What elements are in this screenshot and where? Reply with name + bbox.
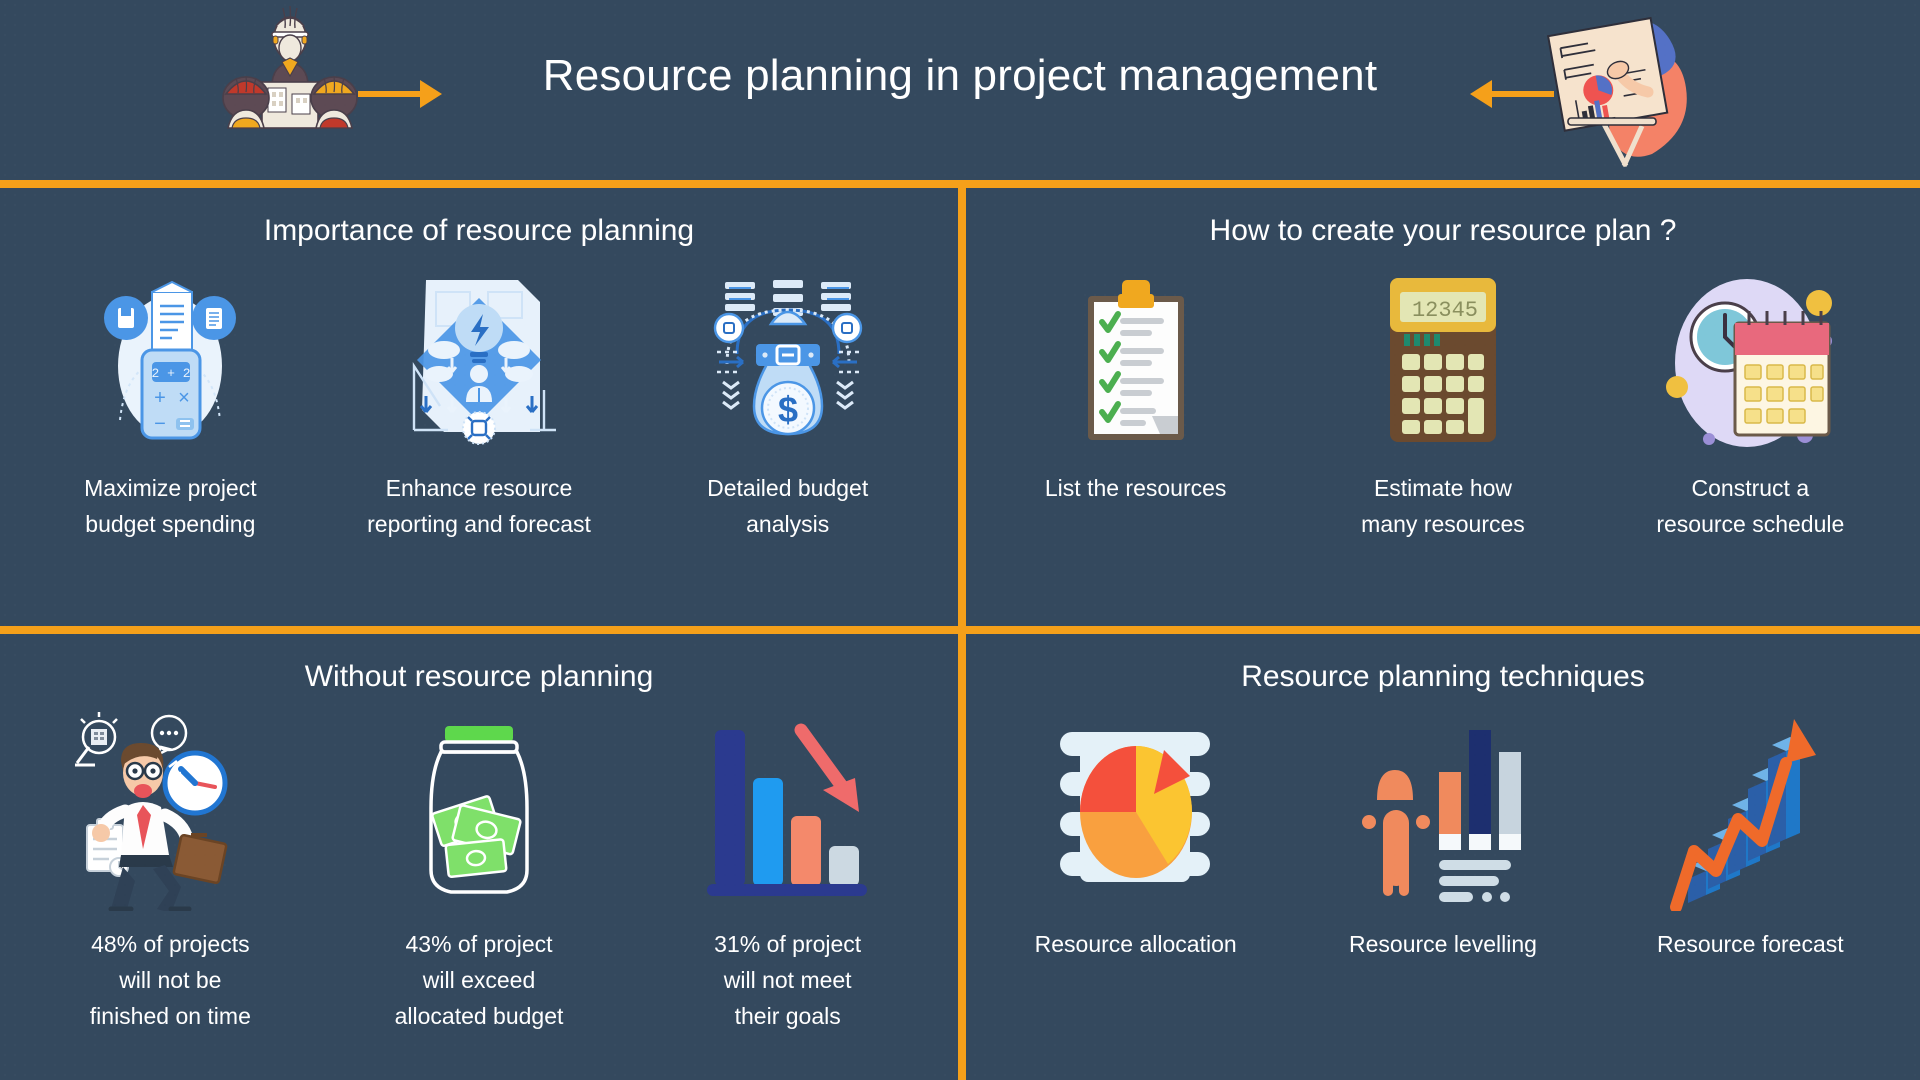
svg-text:+: + bbox=[154, 387, 166, 409]
item-list: 2 + 2 + × − Maximize project budget spen… bbox=[0, 260, 958, 542]
svg-text:$: $ bbox=[778, 389, 798, 430]
calculator-receipt-icon: 2 + 2 + × − bbox=[90, 260, 250, 460]
svg-text:2 + 2: 2 + 2 bbox=[152, 366, 191, 381]
list-item[interactable]: 43% of project will exceed allocated bud… bbox=[325, 706, 634, 1034]
list-item-label: List the resources bbox=[1044, 475, 1227, 501]
pie-chart-allocation-icon bbox=[1046, 706, 1226, 916]
list-item[interactable]: 48% of projects will not be finished on … bbox=[16, 706, 325, 1034]
quadrant-title-how-to-create: How to create your resource plan ? bbox=[1209, 214, 1677, 247]
list-item-label: Resource levelling bbox=[1349, 931, 1537, 957]
lightbulb-network-forecast-icon bbox=[384, 260, 574, 460]
infographic-page: Resource planning in project management bbox=[0, 0, 1920, 1080]
list-item-label: 31% of project will not meet their goals bbox=[714, 931, 862, 1029]
quadrant-without-planning: Without resource planning 48% of project… bbox=[0, 634, 958, 1080]
list-item-label: Estimate how many resources bbox=[1361, 475, 1525, 537]
declining-bar-chart-icon bbox=[693, 706, 883, 916]
list-item-label: 43% of project will exceed allocated bud… bbox=[394, 931, 564, 1029]
svg-text:−: − bbox=[154, 413, 166, 435]
money-bag-dollar-icon: $ bbox=[703, 260, 873, 460]
list-item-label: 48% of projects will not be finished on … bbox=[89, 931, 251, 1029]
rising-arrow-bar-chart-icon bbox=[1660, 706, 1840, 916]
arrow-shaft bbox=[358, 91, 420, 97]
item-list: Resource allocation Resource levelling R… bbox=[966, 706, 1920, 962]
calculator-display: 12345 bbox=[1412, 298, 1478, 323]
list-item-label: Construct a resource schedule bbox=[1656, 475, 1845, 537]
list-item-label: Resource allocation bbox=[1034, 931, 1237, 957]
person-presenting-flipchart-illustration bbox=[1530, 6, 1730, 179]
header: Resource planning in project management bbox=[0, 0, 1920, 180]
engineers-with-blueprint-illustration bbox=[210, 2, 370, 147]
list-item[interactable]: Resource forecast bbox=[1597, 706, 1904, 962]
arrow-head bbox=[420, 80, 442, 108]
page-title: Resource planning in project management bbox=[542, 51, 1378, 100]
arrow-right-icon bbox=[358, 80, 442, 108]
list-item[interactable]: Enhance resource reporting and forecast bbox=[325, 260, 634, 542]
list-item-label: Detailed budget analysis bbox=[707, 475, 869, 537]
list-item[interactable]: 12345 Estimate how many resources bbox=[1289, 260, 1596, 542]
clipboard-checklist-icon bbox=[1066, 260, 1206, 460]
money-jar-icon bbox=[409, 706, 549, 916]
quadrant-title-without-planning: Without resource planning bbox=[304, 660, 654, 693]
arrow-head bbox=[1470, 80, 1492, 108]
list-item[interactable]: Resource allocation bbox=[982, 706, 1289, 962]
quadrant-techniques: Resource planning techniques Resource al… bbox=[966, 634, 1920, 1080]
list-item[interactable]: 31% of project will not meet their goals bbox=[633, 706, 942, 1034]
quadrant-title-importance: Importance of resource planning bbox=[263, 214, 695, 247]
stressed-businessman-running-icon bbox=[65, 706, 275, 916]
item-list: 48% of projects will not be finished on … bbox=[0, 706, 958, 1034]
quadrant-how-to-create: How to create your resource plan ? List … bbox=[966, 188, 1920, 626]
quadrant-title-techniques: Resource planning techniques bbox=[1241, 660, 1645, 693]
list-item[interactable]: 2 + 2 + × − Maximize project budget spen… bbox=[16, 260, 325, 542]
quadrant-importance: Importance of resource planning 2 + 2 + … bbox=[0, 188, 958, 626]
item-list: List the resources 12345 Estimate how ma… bbox=[966, 260, 1920, 542]
person-bar-chart-levelling-icon bbox=[1343, 706, 1543, 916]
list-item-label: Maximize project budget spending bbox=[84, 475, 257, 537]
list-item[interactable]: List the resources bbox=[982, 260, 1289, 506]
divider-horizontal-top bbox=[0, 180, 1920, 188]
list-item[interactable]: Construct a resource schedule bbox=[1597, 260, 1904, 542]
list-item[interactable]: Resource levelling bbox=[1289, 706, 1596, 962]
clock-calendar-icon bbox=[1655, 260, 1845, 460]
list-item[interactable]: $ Detailed budget analysis bbox=[633, 260, 942, 542]
list-item-label: Enhance resource reporting and forecast bbox=[367, 475, 591, 537]
divider-vertical bbox=[958, 188, 966, 1080]
svg-text:×: × bbox=[178, 387, 190, 409]
calculator-icon: 12345 bbox=[1378, 260, 1508, 460]
list-item-label: Resource forecast bbox=[1657, 931, 1844, 957]
